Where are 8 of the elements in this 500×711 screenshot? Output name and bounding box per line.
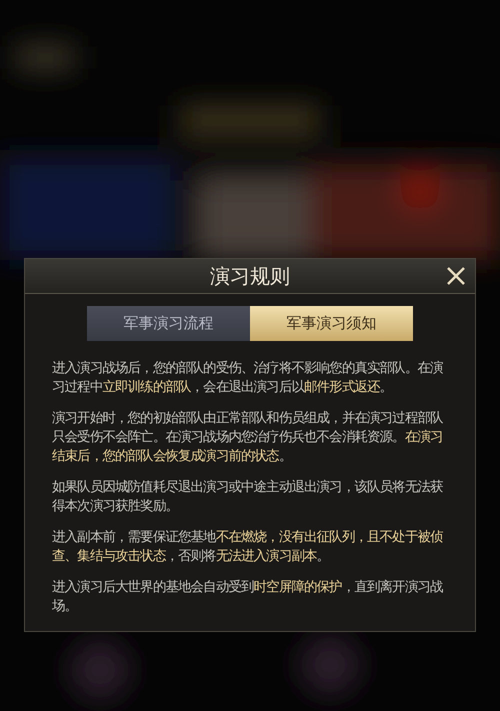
rule-paragraph: 演习开始时，您的初始部队由正常部队和伤员组成，并在演习过程部队只会受伤不会阵亡。在演习战场内您治疗伤兵也不会消耗资源。在演习结束后，您的部队会恢复成演习前的状态。	[52, 410, 444, 466]
tab[interactable]: 军事演习流程	[87, 306, 250, 341]
rule-paragraph: 进入副本前，需要保证您基地不在燃烧，没有出征队列，且不处于被侦查、集结与攻击状态，否则将无法进入演习副本。	[52, 528, 444, 566]
rule-paragraph: 进入演习战场后，您的部队的受伤、治疗将不影响您的真实部队。在演习过程中立即训练的部队，会在退出演习后以邮件形式返还。	[52, 360, 444, 397]
rule-paragraph: 进入演习后大世界的基地会自动受到时空屏障的保护，直到离开演习战场。	[52, 578, 444, 616]
dialog-title: 演习规则	[210, 262, 290, 290]
tab[interactable]: 军事演习须知	[250, 306, 413, 341]
rule-paragraph: 如果队员因城防值耗尽退出演习或中途主动退出演习，该队员将无法获得本次演习获胜奖励。	[52, 478, 444, 516]
